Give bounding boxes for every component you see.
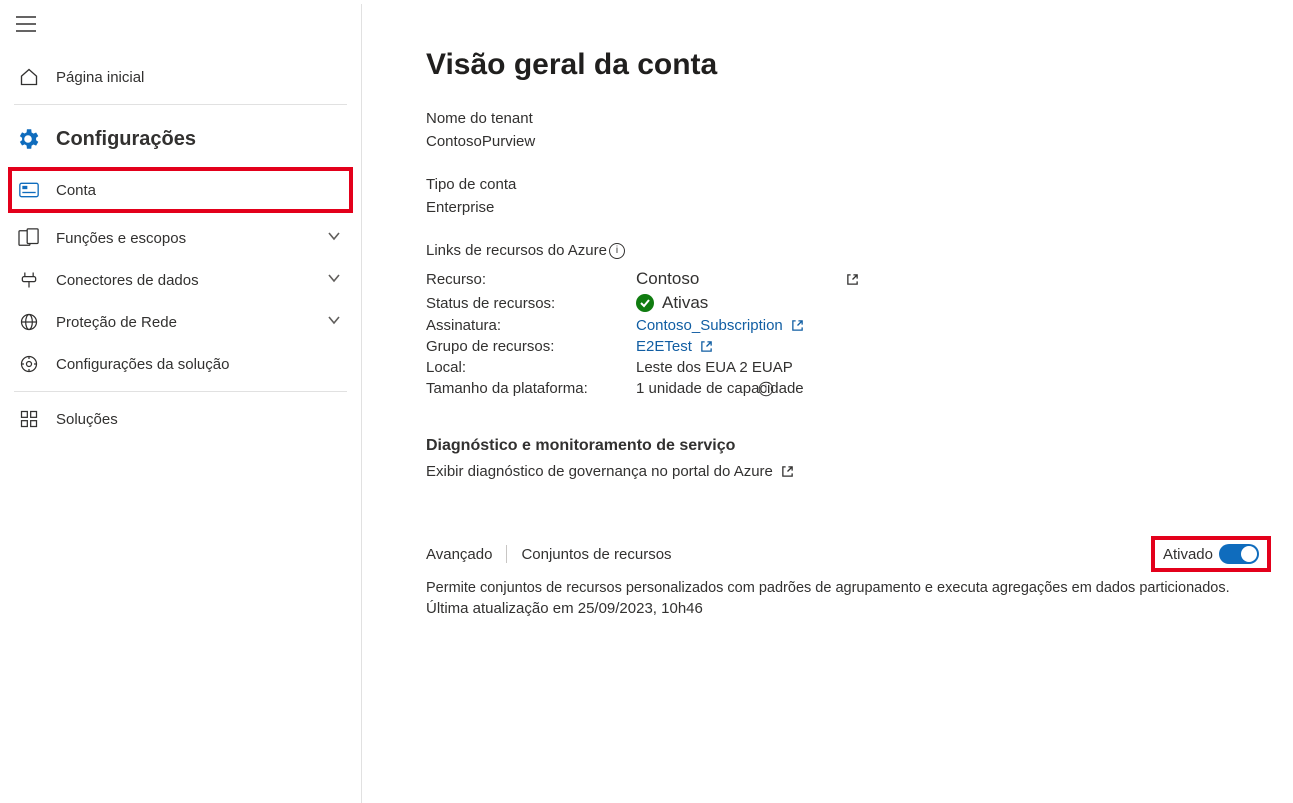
- resource-status-value: Ativas: [662, 293, 708, 313]
- advanced-label: Avançado: [426, 546, 492, 563]
- sidebar-item-label: Soluções: [56, 411, 118, 428]
- resource-value: Contoso: [636, 269, 699, 289]
- resource-label: Recurso:: [426, 271, 636, 288]
- sidebar-item-home[interactable]: Página inicial: [0, 56, 361, 98]
- gear-icon: [14, 125, 42, 153]
- plug-icon: [18, 269, 40, 291]
- sidebar-item-label: Conectores de dados: [56, 272, 199, 289]
- sidebar-item-solution-settings[interactable]: Configurações da solução: [0, 343, 361, 385]
- info-icon[interactable]: i: [609, 243, 625, 259]
- grid-icon: [18, 408, 40, 430]
- resource-status-label: Status de recursos:: [426, 295, 636, 312]
- highlight-toggle: Ativado: [1151, 536, 1271, 572]
- chevron-down-icon: [327, 313, 341, 331]
- globe-icon: [18, 311, 40, 333]
- resource-group-label: Grupo de recursos:: [426, 338, 636, 355]
- location-value: Leste dos EUA 2 EUAP: [636, 359, 793, 376]
- sidebar-section-label: Configurações: [56, 128, 196, 151]
- chevron-down-icon: [327, 271, 341, 289]
- status-ok-icon: [636, 294, 654, 312]
- main-content: Visão geral da conta Nome do tenant Cont…: [362, 4, 1293, 803]
- page-title: Visão geral da conta: [426, 48, 1273, 82]
- resource-sets-toggle[interactable]: [1219, 544, 1259, 564]
- toggle-state-label: Ativado: [1163, 546, 1213, 563]
- sidebar-item-label: Proteção de Rede: [56, 314, 177, 331]
- azure-links-heading-text: Links de recursos do Azure: [426, 242, 607, 259]
- sliders-icon: [18, 353, 40, 375]
- roles-icon: [18, 227, 40, 249]
- chevron-down-icon: [327, 229, 341, 247]
- sidebar: Página inicial Configurações Conta Funçõ…: [0, 4, 362, 803]
- tenant-name-value: ContosoPurview: [426, 133, 1273, 150]
- resource-sets-label: Conjuntos de recursos: [521, 546, 671, 563]
- account-type-value: Enterprise: [426, 199, 1273, 216]
- external-link-icon[interactable]: [700, 340, 714, 354]
- sidebar-item-solutions[interactable]: Soluções: [0, 398, 361, 440]
- platform-size-label: Tamanho da plataforma:: [426, 380, 636, 397]
- sidebar-item-roles[interactable]: Funções e escopos: [0, 217, 361, 259]
- divider: [14, 104, 347, 105]
- hamburger-icon[interactable]: [14, 12, 38, 36]
- tenant-name-label: Nome do tenant: [426, 110, 1273, 127]
- divider: [506, 545, 507, 563]
- platform-size-value: 1 unidade de capacidade: [636, 380, 804, 397]
- sidebar-item-label: Página inicial: [56, 69, 144, 86]
- highlight-account: Conta: [8, 167, 353, 213]
- resource-group-link[interactable]: E2ETest: [636, 338, 692, 355]
- sidebar-item-label: Configurações da solução: [56, 356, 229, 373]
- location-label: Local:: [426, 359, 636, 376]
- last-updated: Última atualização em 25/09/2023, 10h46: [426, 600, 1273, 617]
- subscription-label: Assinatura:: [426, 317, 636, 334]
- account-type-label: Tipo de conta: [426, 176, 1273, 193]
- info-icon[interactable]: i: [758, 381, 772, 395]
- subscription-link[interactable]: Contoso_Subscription: [636, 317, 783, 334]
- sidebar-item-label: Conta: [56, 182, 96, 199]
- external-link-icon[interactable]: [781, 465, 795, 479]
- diagnostics-heading: Diagnóstico e monitoramento de serviço: [426, 437, 1273, 455]
- sidebar-item-network[interactable]: Proteção de Rede: [0, 301, 361, 343]
- diagnostics-link[interactable]: Exibir diagnóstico de governança no port…: [426, 463, 773, 480]
- sidebar-item-account[interactable]: Conta: [12, 173, 349, 207]
- resource-sets-description: Permite conjuntos de recursos personaliz…: [426, 580, 1273, 596]
- azure-links-heading: Links de recursos do Azure i: [426, 242, 1273, 259]
- sidebar-section-settings: Configurações: [0, 111, 361, 163]
- home-icon: [18, 66, 40, 88]
- sidebar-item-connectors[interactable]: Conectores de dados: [0, 259, 361, 301]
- account-icon: [18, 179, 40, 201]
- sidebar-item-label: Funções e escopos: [56, 230, 186, 247]
- external-link-icon[interactable]: [791, 319, 805, 333]
- external-link-icon[interactable]: [845, 272, 859, 286]
- divider: [14, 391, 347, 392]
